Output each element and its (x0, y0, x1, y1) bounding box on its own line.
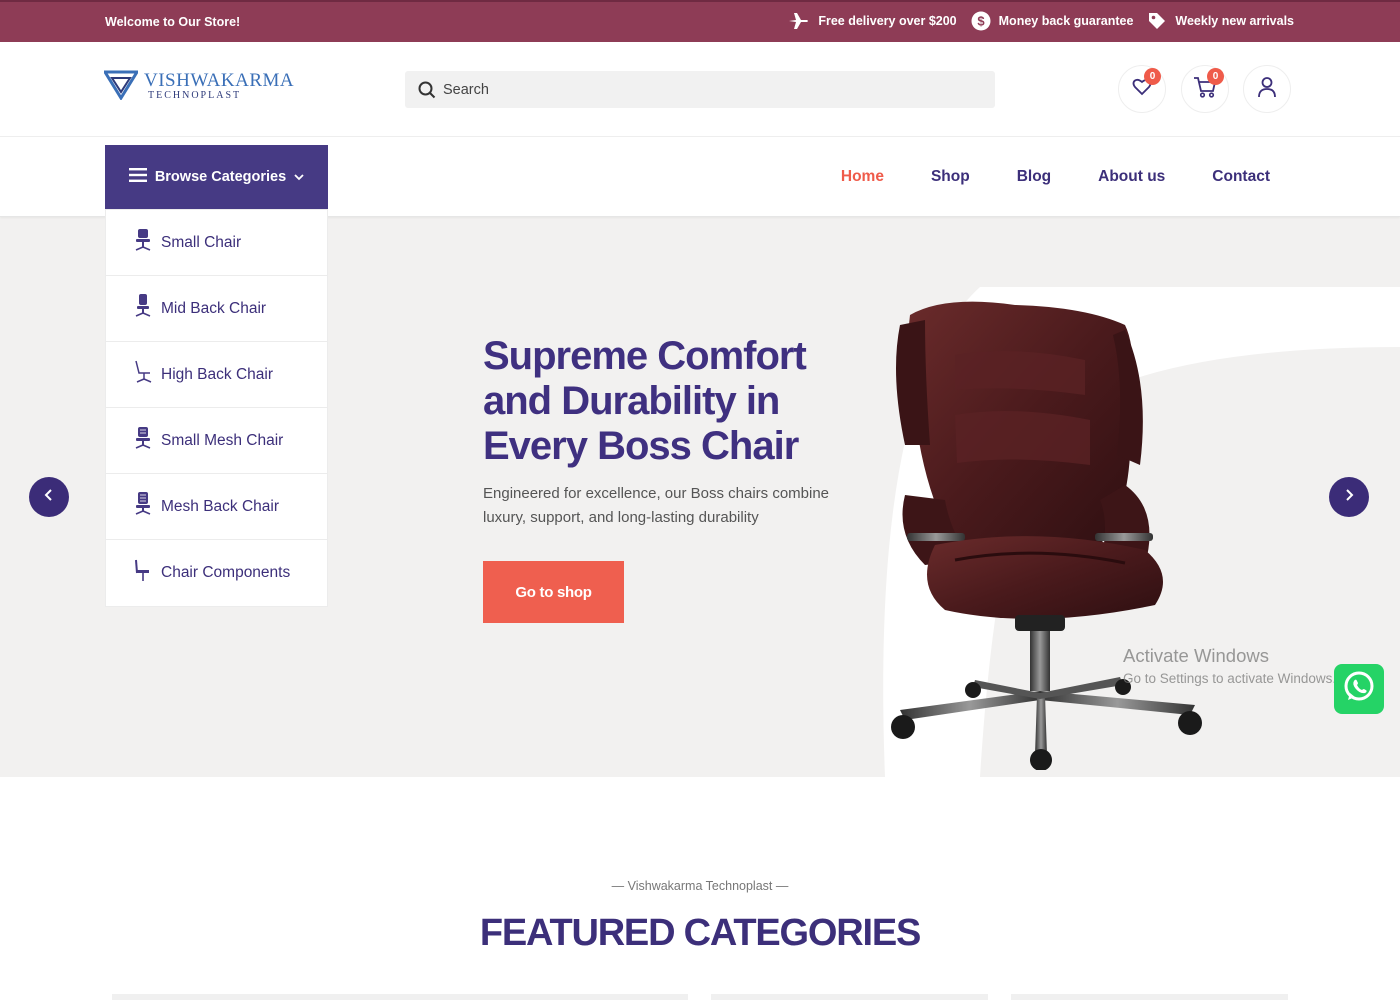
category-item-small-mesh-chair[interactable]: Small Mesh Chair (106, 408, 327, 474)
whatsapp-icon (1341, 669, 1377, 710)
boss-chair-image (885, 295, 1245, 775)
category-item-mesh-back-chair[interactable]: Mesh Back Chair (106, 474, 327, 540)
logo-name: VISHWAKARMA (144, 70, 295, 91)
category-label: Mid Back Chair (161, 299, 267, 317)
nav-link-about[interactable]: About us (1098, 168, 1165, 186)
category-item-small-chair[interactable]: Small Chair (106, 210, 327, 276)
perk-label: Free delivery over $200 (818, 14, 957, 28)
category-card[interactable] (1011, 994, 1288, 1000)
search-bar (405, 71, 995, 108)
chevron-down-icon (294, 169, 304, 185)
category-label: Mesh Back Chair (161, 497, 280, 515)
svg-text:$: $ (977, 14, 985, 29)
category-item-chair-components[interactable]: Chair Components (106, 540, 327, 606)
logo-mark-icon (102, 68, 140, 105)
category-item-high-back-chair[interactable]: High Back Chair (106, 342, 327, 408)
wishlist-button[interactable]: 0 (1118, 65, 1166, 113)
search-input[interactable] (443, 71, 983, 108)
browse-categories-label: Browse Categories (154, 169, 287, 185)
plane-icon (788, 11, 810, 31)
dollar-icon: $ (971, 11, 991, 31)
browse-categories-button[interactable]: Browse Categories (105, 145, 328, 209)
category-label: Chair Components (161, 564, 291, 581)
perk-label: Weekly new arrivals (1175, 14, 1294, 28)
chair-icon (133, 228, 153, 257)
user-icon (1257, 76, 1277, 103)
category-label: Small Mesh Chair (161, 431, 284, 449)
category-card[interactable] (711, 994, 988, 1000)
nav-link-shop[interactable]: Shop (931, 168, 970, 186)
top-bar: Welcome to Our Store! Free delivery over… (0, 0, 1400, 42)
category-label: High Back Chair (161, 365, 273, 383)
chevron-left-icon (44, 488, 54, 506)
hero-subtitle: Engineered for excellence, our Boss chai… (483, 485, 830, 526)
main-nav: Home Shop Blog About us Contact (841, 168, 1270, 186)
cart-count-badge: 0 (1207, 68, 1224, 85)
chair-component-icon (133, 559, 153, 588)
perk-new-arrivals: Weekly new arrivals (1147, 11, 1294, 31)
main-navigation-bar: Browse Categories Home Shop Blog About u… (0, 137, 1400, 217)
featured-kicker: — Vishwakarma Technoplast — (611, 879, 789, 893)
welcome-text: Welcome to Our Store! (105, 15, 241, 29)
nav-link-blog[interactable]: Blog (1017, 168, 1051, 186)
mesh-chair-icon (133, 492, 153, 521)
nav-link-home[interactable]: Home (841, 168, 884, 186)
category-card[interactable] (112, 994, 688, 1000)
chair-icon (133, 294, 153, 323)
featured-categories-heading: FEATURED CATEGORIES (479, 912, 921, 954)
perk-free-delivery: Free delivery over $200 (788, 11, 957, 31)
hero-title: Supreme Comfort and Durability in Every … (483, 334, 807, 468)
cart-button[interactable]: 0 (1181, 65, 1229, 113)
hamburger-icon (128, 168, 147, 186)
site-logo[interactable]: VISHWAKARMA TECHNOPLAST (102, 68, 294, 105)
slider-prev-button[interactable] (29, 477, 69, 517)
watermark-subtitle: Go to Settings to activate Windows. (1123, 671, 1337, 686)
whatsapp-chat-button[interactable] (1334, 664, 1384, 714)
logo-subtitle: TECHNOPLAST (148, 90, 242, 101)
perk-label: Money back guarantee (998, 14, 1134, 28)
chair-outline-icon (133, 360, 153, 389)
category-item-mid-back-chair[interactable]: Mid Back Chair (106, 276, 327, 342)
go-to-shop-button[interactable]: Go to shop (483, 561, 624, 623)
chevron-right-icon (1344, 488, 1354, 506)
category-label: Small Chair (161, 233, 242, 251)
category-menu: Small Chair Mid Back Chair High Back Cha… (105, 209, 328, 607)
wishlist-count-badge: 0 (1144, 68, 1161, 85)
perk-money-back: $ Money back guarantee (971, 11, 1134, 31)
tag-icon (1147, 11, 1167, 31)
account-button[interactable] (1243, 65, 1291, 113)
windows-activation-watermark: Activate Windows Go to Settings to activ… (1123, 645, 1336, 686)
slider-next-button[interactable] (1329, 477, 1369, 517)
perks-list: Free delivery over $200 $ Money back gua… (788, 11, 1294, 31)
nav-link-contact[interactable]: Contact (1212, 168, 1270, 186)
watermark-title: Activate Windows (1123, 645, 1269, 666)
site-header: VISHWAKARMA TECHNOPLAST 0 0 (0, 42, 1400, 137)
mesh-chair-icon (133, 426, 153, 455)
